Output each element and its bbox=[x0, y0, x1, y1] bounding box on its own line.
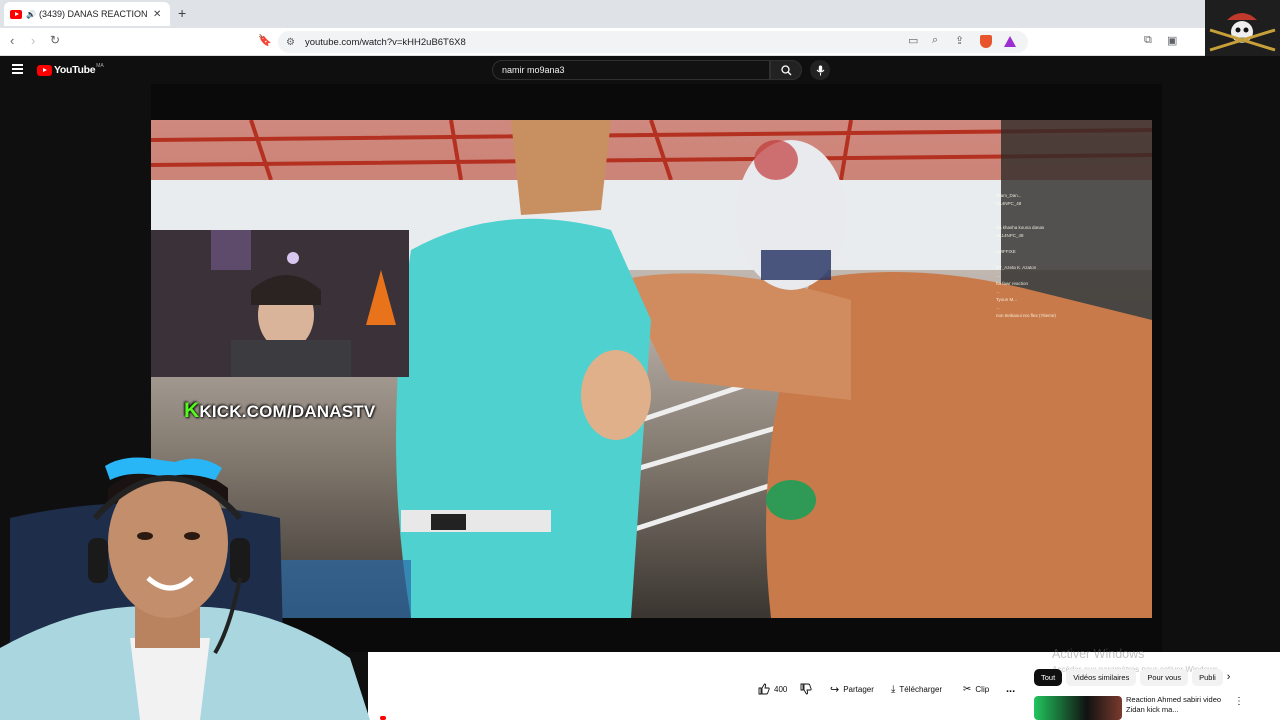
chip-all[interactable]: Tout bbox=[1034, 669, 1063, 686]
reload-icon[interactable]: ↻ bbox=[50, 33, 60, 47]
chat-line: ... bbox=[996, 217, 1000, 222]
new-tab-button[interactable]: + bbox=[178, 5, 186, 21]
browser-tab-active[interactable]: 🔊 (3439) DANAS REACTION KICK ✕ bbox=[4, 2, 170, 26]
chip-similar[interactable]: Vidéos similaires bbox=[1066, 669, 1137, 686]
youtube-wordmark: YouTube bbox=[54, 64, 96, 76]
more-actions-button[interactable]: ... bbox=[1006, 680, 1015, 698]
speaker-icon[interactable]: 🔊 bbox=[26, 10, 36, 19]
site-settings-icon[interactable]: ⚙ bbox=[286, 37, 295, 48]
chat-line: ... bbox=[996, 257, 1000, 262]
browser-tab-strip: 🔊 (3439) DANAS REACTION KICK ✕ + bbox=[0, 0, 1280, 28]
youtube-play-icon bbox=[37, 64, 52, 76]
chat-line: ... bbox=[996, 289, 1000, 294]
sidebar-icon[interactable]: ▣ bbox=[1167, 34, 1177, 47]
pirate-logo-overlay bbox=[1205, 0, 1280, 64]
search-button[interactable] bbox=[770, 60, 802, 80]
tab-close-button[interactable]: ✕ bbox=[153, 9, 161, 20]
windows-activation-title: Activer Windows bbox=[1052, 647, 1145, 661]
thumbs-down-icon bbox=[800, 683, 812, 695]
url-text: youtube.com/watch?v=kHH2uB6T6X8 bbox=[304, 36, 466, 48]
rewards-triangle-icon[interactable] bbox=[1004, 36, 1016, 47]
download-icon: ⤓ bbox=[891, 683, 896, 695]
tab-title: (3439) DANAS REACTION KICK bbox=[38, 9, 147, 19]
chip-published[interactable]: Publi bbox=[1192, 669, 1223, 686]
dislike-button[interactable] bbox=[800, 680, 812, 698]
search-icon bbox=[780, 64, 791, 75]
recommendation-filter-chips: Tout Vidéos similaires Pour vous Publi › bbox=[1034, 669, 1230, 686]
like-button[interactable]: 400 bbox=[758, 680, 787, 698]
kick-channel-overlay: KKICK.COM/DANASTV bbox=[184, 399, 375, 423]
recommendation-title[interactable]: Reaction Ahmed sabiri video Zidan kick m… bbox=[1126, 695, 1226, 715]
chat-line: ha fawr reaction bbox=[996, 281, 1029, 286]
recommendation-menu-icon[interactable]: ⋮ bbox=[1234, 696, 1244, 707]
chip-for-you[interactable]: Pour vous bbox=[1140, 669, 1189, 686]
chips-next-icon[interactable]: › bbox=[1227, 669, 1231, 686]
back-icon[interactable]: ‹ bbox=[10, 33, 14, 48]
chat-line: ... bbox=[996, 273, 1000, 278]
download-button[interactable]: ⤓ Télécharger bbox=[891, 680, 942, 698]
country-code: MA bbox=[96, 63, 104, 69]
bookmark-icon[interactable]: 🔖 bbox=[258, 34, 272, 47]
download-label: Télécharger bbox=[899, 684, 943, 694]
chat-line: ... bbox=[996, 209, 1000, 214]
youtube-favicon-icon bbox=[10, 9, 22, 19]
share-button[interactable]: ↪ Partager bbox=[830, 680, 874, 698]
chat-line: ... bbox=[996, 305, 1000, 310]
share-arrow-icon: ↪ bbox=[830, 683, 840, 696]
chat-line: ST_Azeta K. Azaton bbox=[996, 265, 1037, 270]
chat-line: non tenkaoui nro flex (Yiteme) bbox=[996, 313, 1056, 318]
kick-logo-k: K bbox=[184, 399, 200, 422]
progress-bar-indicator[interactable] bbox=[380, 716, 386, 720]
brave-shield-icon[interactable] bbox=[980, 35, 992, 48]
microphone-icon bbox=[816, 65, 824, 75]
scissors-icon: ✂ bbox=[963, 683, 972, 695]
chat-line: Team_Dan... bbox=[996, 193, 1022, 198]
zoom-icon[interactable]: ⌕ bbox=[932, 34, 938, 47]
clip-button[interactable]: ✂ Clip bbox=[963, 680, 989, 698]
chat-line: ... bbox=[996, 241, 1000, 246]
share-icon[interactable]: ⇪ bbox=[955, 34, 964, 47]
forward-icon[interactable]: › bbox=[31, 33, 35, 48]
youtube-masthead: YouTube MA namir mo9ana3 bbox=[0, 56, 1280, 84]
thumbs-up-icon bbox=[758, 683, 770, 695]
chat-line: LUIFFIXE bbox=[996, 249, 1016, 254]
menu-icon[interactable] bbox=[12, 64, 23, 74]
kick-url-text: KICK.COM/DANASTV bbox=[199, 402, 376, 421]
cast-icon[interactable]: ▭ bbox=[908, 34, 918, 47]
chat-line: CL4NPC_48 bbox=[996, 201, 1022, 206]
extensions-icon[interactable]: ⧉ bbox=[1144, 34, 1152, 47]
stream-chat-overlay: Team_Dan... CL4NPC_48 ... ... lila khash… bbox=[996, 192, 1106, 320]
search-input[interactable]: namir mo9ana3 bbox=[492, 60, 770, 80]
chat-line: Tyoun M... bbox=[996, 297, 1018, 302]
share-label: Partager bbox=[843, 684, 874, 694]
reactor-webcam-overlay bbox=[0, 448, 370, 720]
voice-search-button[interactable] bbox=[810, 60, 830, 80]
chat-line: AL14NPC_48 bbox=[996, 233, 1024, 238]
chat-line: lila khasha kouna danas bbox=[996, 225, 1045, 230]
like-count: 400 bbox=[774, 684, 788, 694]
youtube-logo[interactable]: YouTube MA bbox=[37, 63, 104, 76]
recommendation-thumbnail[interactable] bbox=[1034, 696, 1122, 720]
clip-label: Clip bbox=[975, 684, 990, 694]
streamer-webcam-inset bbox=[151, 230, 409, 377]
browser-toolbar: ‹ › ↻ 🔖 ⚙ youtube.com/watch?v=kHH2uB6T6X… bbox=[0, 28, 1280, 56]
